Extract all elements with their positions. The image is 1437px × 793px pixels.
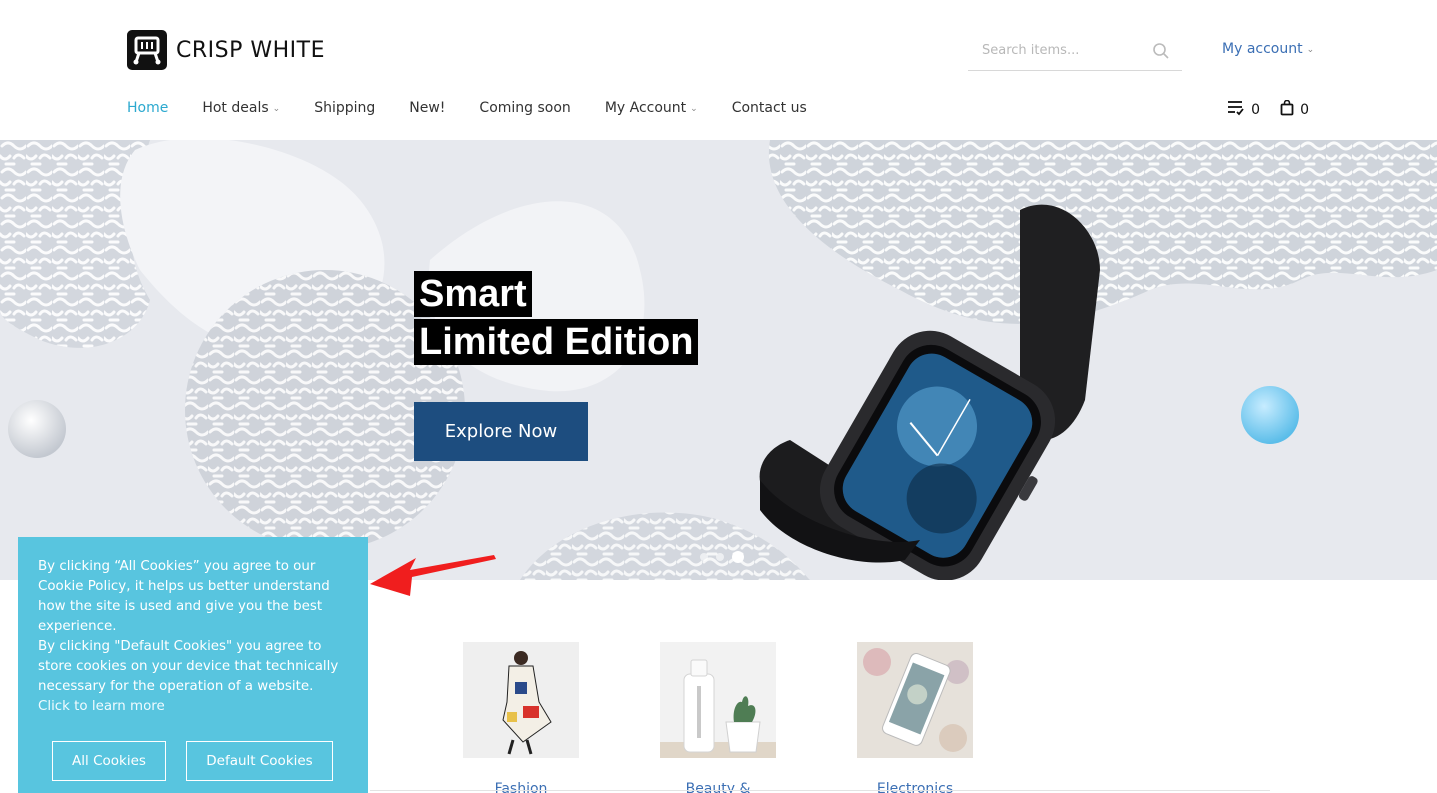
cookie-text-all: By clicking “All Cookies” you agree to o… bbox=[38, 559, 330, 634]
category-beauty[interactable]: Beauty & bbox=[660, 642, 776, 793]
nav-item-hot-deals[interactable]: Hot deals ⌄ bbox=[202, 100, 280, 116]
nav-item-label: New! bbox=[409, 100, 446, 116]
my-account-dropdown[interactable]: My account ⌄ bbox=[1222, 41, 1314, 57]
cart-count: 0 bbox=[1300, 102, 1309, 118]
section-divider bbox=[370, 790, 1270, 791]
category-electronics[interactable]: Electronics bbox=[857, 642, 973, 793]
wishlist-button[interactable]: 0 bbox=[1227, 100, 1260, 120]
header-actions: 0 0 bbox=[1227, 99, 1309, 120]
category-label: Beauty & bbox=[685, 781, 751, 793]
hero-banner: Smart Limited Edition Explore Now bbox=[0, 140, 1437, 580]
nav-item-label: Shipping bbox=[314, 100, 376, 116]
nav-item-my-account[interactable]: My Account ⌄ bbox=[605, 100, 698, 116]
nav-item-label: Coming soon bbox=[479, 100, 571, 116]
cookie-learn-more-link[interactable]: Click to learn more bbox=[38, 699, 348, 714]
slider-dot-3-active[interactable] bbox=[732, 551, 744, 563]
hero-title-line-1: Smart bbox=[414, 271, 532, 317]
slider-dots bbox=[700, 551, 744, 563]
slider-dot-2[interactable] bbox=[716, 553, 724, 561]
nav-item-home[interactable]: Home bbox=[127, 100, 168, 116]
hero-headline: Smart Limited Edition bbox=[414, 271, 699, 365]
chevron-down-icon: ⌄ bbox=[690, 104, 698, 114]
chevron-down-icon: ⌄ bbox=[272, 104, 281, 114]
category-label: Fashion bbox=[494, 781, 548, 793]
hero-background bbox=[0, 140, 1437, 580]
category-label: Electronics bbox=[876, 781, 954, 793]
cart-logo-icon bbox=[127, 30, 167, 70]
wishlist-count: 0 bbox=[1251, 102, 1261, 118]
nav-item-label: My Account bbox=[604, 100, 687, 116]
cookie-consent-banner: By clicking “All Cookies” you agree to o… bbox=[18, 537, 368, 793]
chevron-down-icon: ⌄ bbox=[1306, 45, 1315, 55]
main-nav: Home Hot deals ⌄ Shipping New! Coming so… bbox=[127, 100, 841, 116]
brand-name: CRISP WHITE bbox=[176, 37, 325, 63]
search-bar bbox=[968, 32, 1182, 71]
category-fashion[interactable]: Fashion bbox=[463, 642, 579, 793]
fashion-image bbox=[463, 642, 579, 758]
nav-item-contact-us[interactable]: Contact us bbox=[732, 100, 807, 116]
cart-button[interactable]: 0 bbox=[1280, 99, 1309, 120]
beauty-image bbox=[660, 642, 776, 758]
nav-item-shipping[interactable]: Shipping bbox=[314, 100, 375, 116]
wishlist-icon bbox=[1227, 100, 1245, 120]
nav-item-new[interactable]: New! bbox=[409, 100, 445, 116]
shopping-bag-icon bbox=[1280, 99, 1294, 120]
default-cookies-button[interactable]: Default Cookies bbox=[186, 741, 333, 781]
all-cookies-button[interactable]: All Cookies bbox=[52, 741, 166, 781]
nav-item-coming-soon[interactable]: Coming soon bbox=[479, 100, 570, 116]
slider-dot-1[interactable] bbox=[700, 553, 708, 561]
hero-title-line-2: Limited Edition bbox=[414, 319, 699, 365]
nav-item-label: Hot deals bbox=[202, 100, 269, 116]
search-input[interactable] bbox=[968, 32, 1148, 68]
nav-item-label: Home bbox=[127, 100, 169, 116]
my-account-label: My account bbox=[1222, 41, 1303, 57]
brand-logo[interactable]: CRISP WHITE bbox=[127, 30, 325, 70]
nav-item-label: Contact us bbox=[731, 100, 807, 116]
electronics-image bbox=[857, 642, 973, 758]
annotation-arrow-icon bbox=[370, 555, 496, 596]
cookie-text-default: By clicking "Default Cookies" you agree … bbox=[38, 639, 339, 694]
explore-now-button[interactable]: Explore Now bbox=[414, 402, 588, 461]
search-icon[interactable] bbox=[1152, 42, 1170, 64]
cookie-actions: All Cookies Default Cookies bbox=[52, 741, 333, 781]
